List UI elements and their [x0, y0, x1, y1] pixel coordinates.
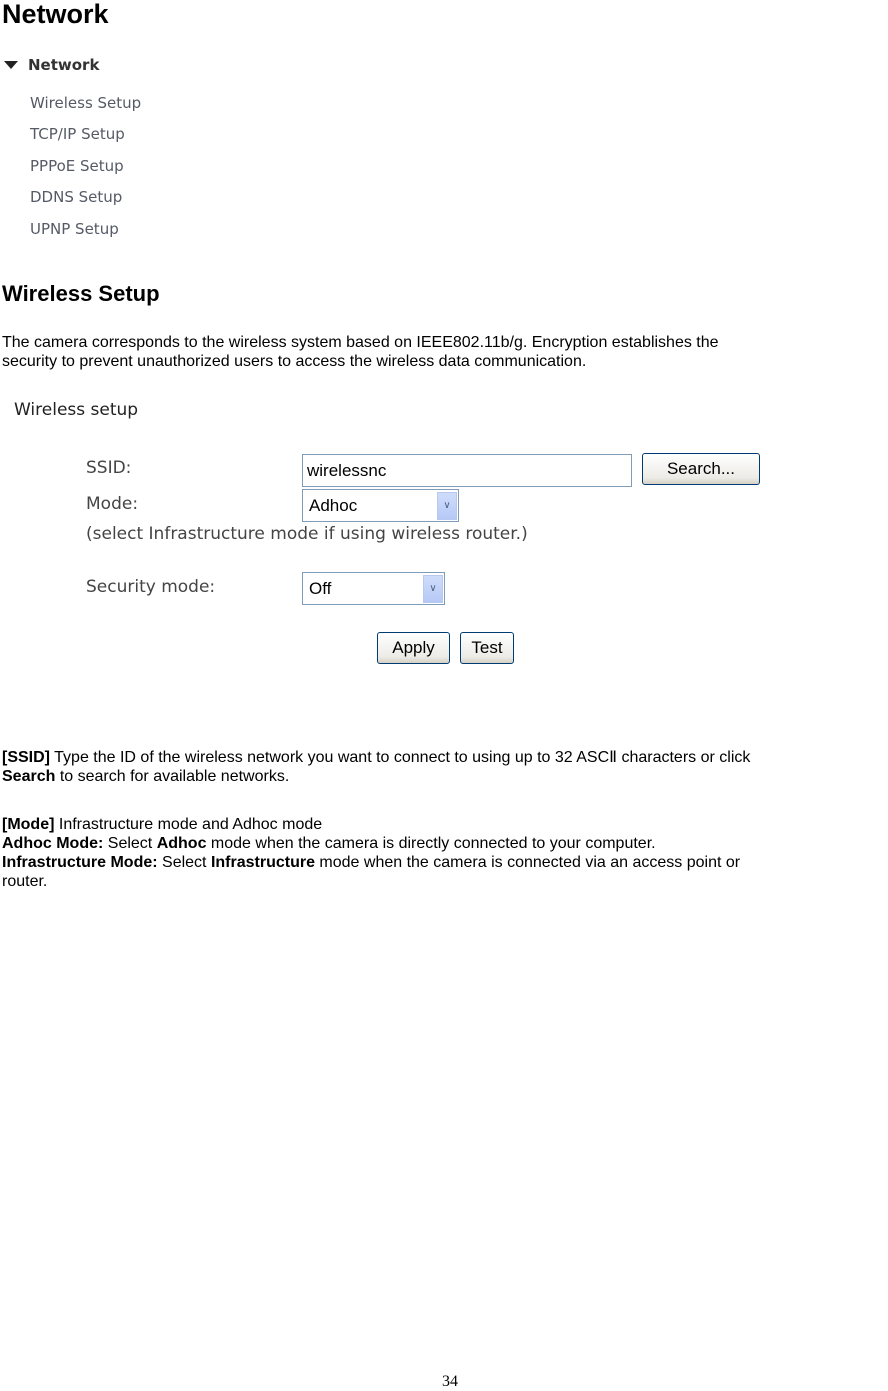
nav-menu-header-label: Network	[28, 56, 100, 74]
search-term: Search	[2, 768, 56, 785]
form-title: Wireless setup	[14, 400, 139, 420]
nav-menu-header[interactable]: Network	[4, 56, 99, 74]
adhoc-label: Adhoc Mode:	[2, 835, 104, 852]
infrastructure-description: Infrastructure Mode: Select Infrastructu…	[2, 853, 886, 872]
infrastructure-description-line-2: router.	[2, 873, 48, 890]
ssid-input[interactable]	[302, 454, 632, 487]
mode-select-value: Adhoc	[309, 495, 358, 515]
page-number: 34	[442, 1373, 458, 1390]
search-button[interactable]: Search...	[642, 453, 760, 485]
infra-post: mode when the camera is connected via an…	[314, 854, 741, 871]
mode-description-text: Infrastructure mode and Adhoc mode	[54, 816, 323, 833]
mode-hint: (select Infrastructure mode if using wir…	[86, 524, 528, 544]
intro-line-2: security to prevent unauthorized users t…	[2, 353, 587, 370]
test-button[interactable]: Test	[460, 632, 514, 664]
mode-label: Mode:	[86, 494, 139, 514]
adhoc-term: Adhoc	[156, 835, 207, 852]
page-heading: Network	[2, 0, 109, 29]
nav-item-ddns-setup[interactable]: DDNS Setup	[30, 188, 122, 206]
nav-item-pppoe-setup[interactable]: PPPoE Setup	[30, 157, 124, 175]
nav-item-tcpip-setup[interactable]: TCP/IP Setup	[30, 125, 125, 143]
nav-item-upnp-setup[interactable]: UPNP Setup	[30, 220, 119, 238]
mode-select[interactable]: Adhoc ∨	[302, 489, 459, 522]
apply-button[interactable]: Apply	[377, 632, 450, 664]
adhoc-pre: Select	[103, 835, 157, 852]
ssid-description-text: Type the ID of the wireless network you …	[50, 749, 751, 766]
infrastructure-label: Infrastructure Mode:	[2, 854, 158, 871]
security-mode-select-value: Off	[309, 578, 332, 598]
ssid-description-text-2: to search for available networks.	[55, 768, 290, 785]
adhoc-post: mode when the camera is directly connect…	[206, 835, 656, 852]
mode-description: [Mode] Infrastructure mode and Adhoc mod…	[2, 815, 886, 834]
triangle-down-icon	[4, 61, 18, 69]
nav-item-wireless-setup[interactable]: Wireless Setup	[30, 94, 141, 112]
ssid-description-line-2: Search to search for available networks.	[2, 767, 886, 786]
section-title: Wireless Setup	[2, 281, 160, 306]
ssid-description-line-1: [SSID] Type the ID of the wireless netwo…	[2, 748, 886, 767]
ssid-tag: [SSID]	[2, 749, 50, 766]
mode-tag: [Mode]	[2, 816, 55, 833]
security-mode-select[interactable]: Off ∨	[302, 572, 445, 605]
infrastructure-term: Infrastructure	[210, 854, 315, 871]
intro-line-1: The camera corresponds to the wireless s…	[2, 334, 719, 351]
chevron-down-icon[interactable]: ∨	[423, 574, 443, 603]
infra-pre: Select	[157, 854, 211, 871]
ssid-label: SSID:	[86, 458, 132, 478]
security-mode-label: Security mode:	[86, 577, 216, 597]
chevron-down-icon[interactable]: ∨	[437, 491, 457, 520]
adhoc-description: Adhoc Mode: Select Adhoc mode when the c…	[2, 834, 886, 853]
